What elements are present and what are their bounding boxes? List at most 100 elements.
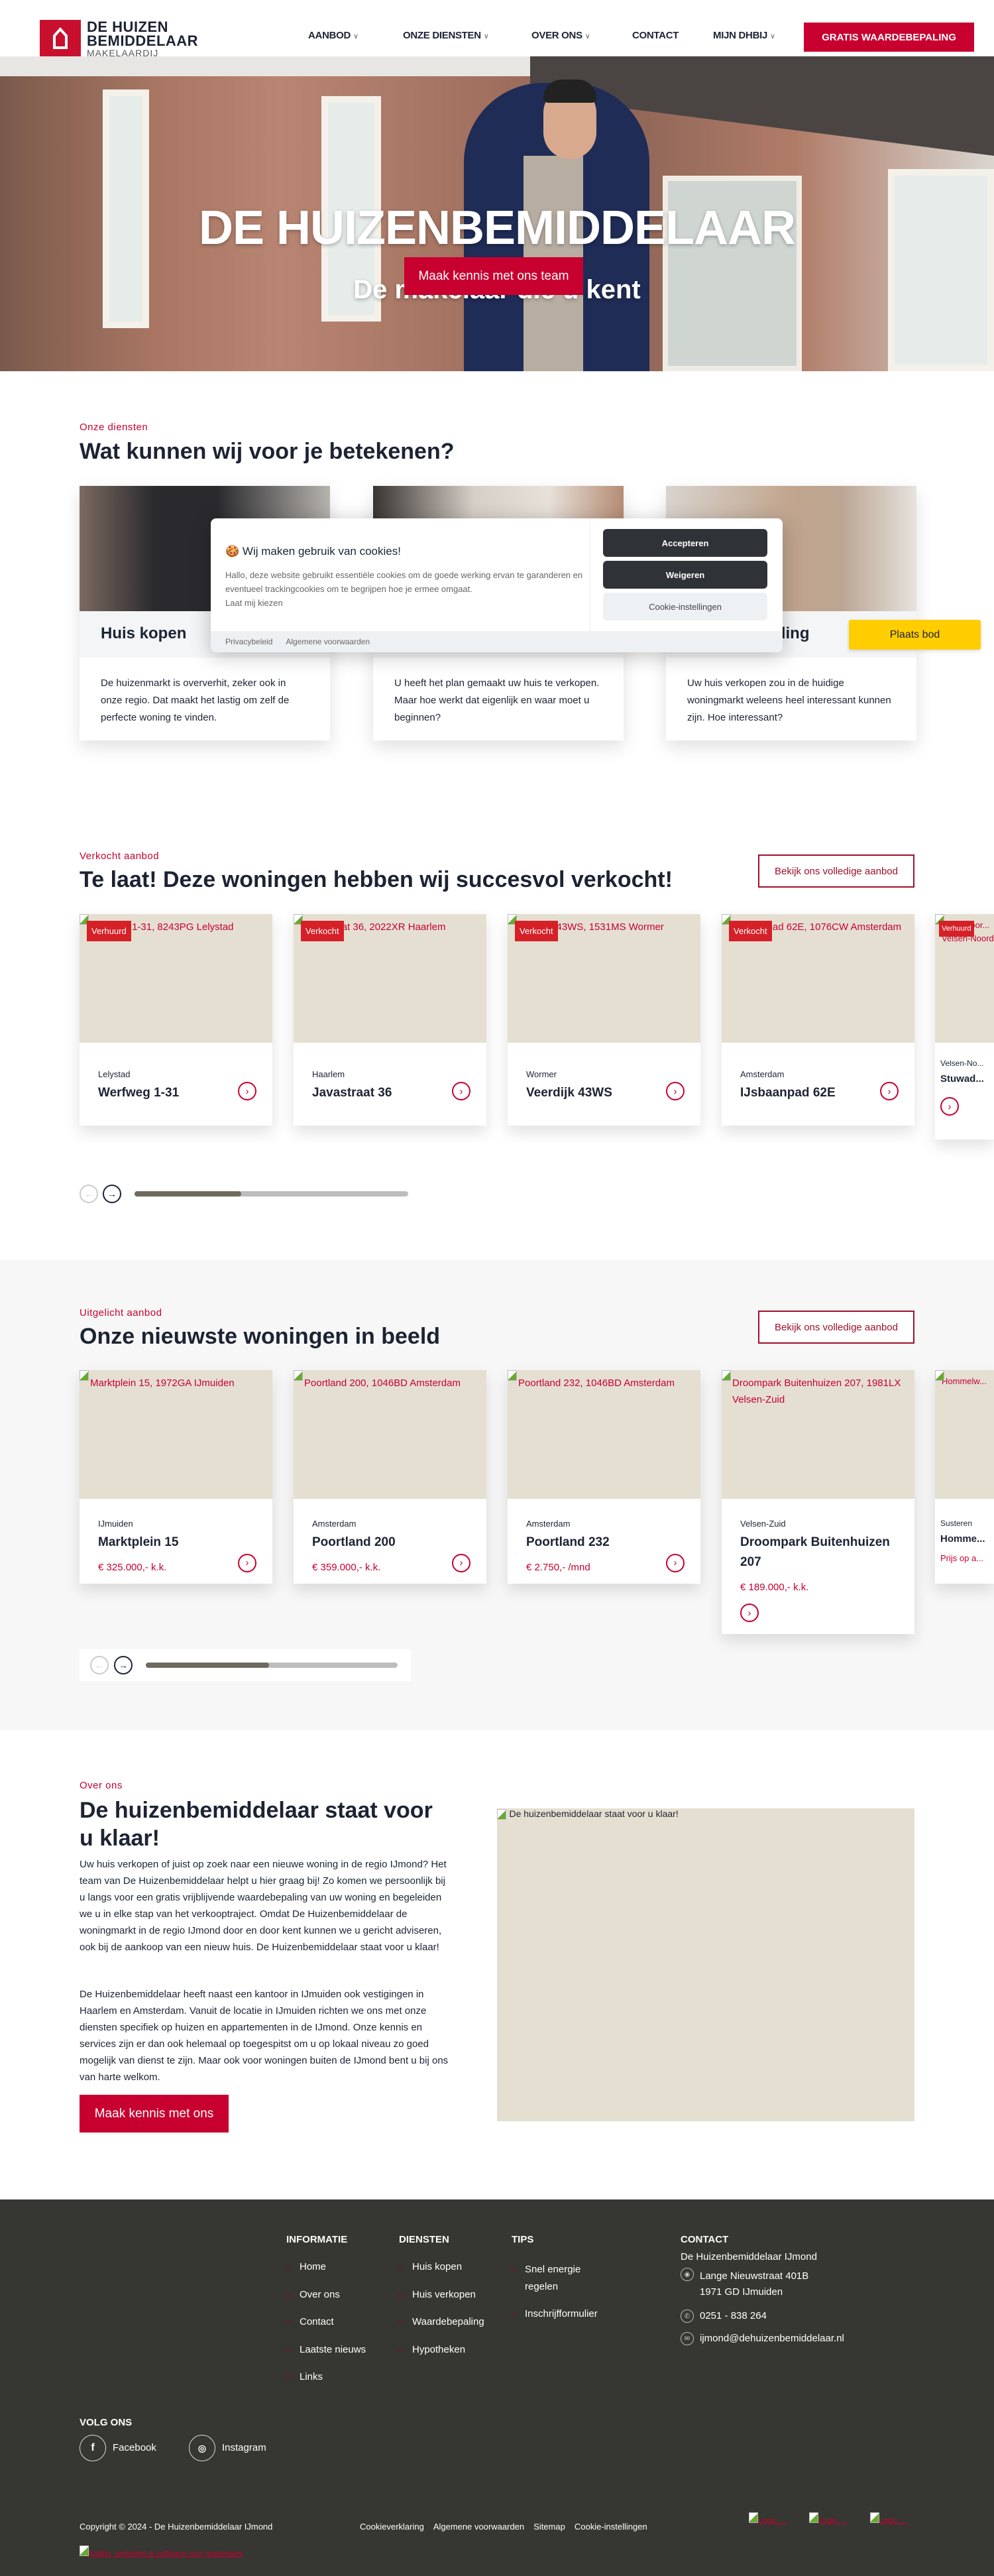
sold-property-card[interactable]: Javastraat 36, 2022XR Haarlem Verkocht Ha… (294, 914, 486, 1126)
chevron-right-icon[interactable]: › (238, 1553, 256, 1572)
contact-street: Lange Nieuwstraat 401B (700, 2270, 809, 2282)
chevron-right-icon[interactable]: › (880, 1082, 899, 1100)
nav-over-ons[interactable]: OVER ONS ∨ (531, 30, 590, 41)
sold-property-card[interactable]: Veerdijk 43WS, 1531MS Wormer Verkocht Wor… (508, 914, 700, 1126)
section-heading: Wat kunnen wij voor je betekenen? (80, 439, 455, 464)
cookie-consent-dialog: 🍪 Wij maken gebruik van cookies! Hallo, … (211, 518, 783, 652)
carousel-next-button[interactable]: → (114, 1656, 133, 1674)
featured-property-card[interactable]: Poortland 232, 1046BD Amsterdam Amsterda… (508, 1370, 700, 1584)
property-city: Susteren (940, 1519, 973, 1528)
nav-contact[interactable]: CONTACT (632, 30, 679, 41)
featured-property-card[interactable]: Poortland 200, 1046BD Amsterdam Amsterda… (294, 1370, 486, 1584)
partner-logo[interactable]: Logo: ... (749, 2512, 787, 2526)
cookie-icon: 🍪 (225, 545, 240, 557)
meet-us-button[interactable]: Maak kennis met ons (80, 2095, 229, 2133)
chevron-right-icon[interactable]: › (452, 1553, 470, 1572)
featured-property-card[interactable]: Hommelw... Susteren Homme... Prijs op a.… (935, 1370, 994, 1584)
location-pin-icon: ◉ (681, 2268, 694, 2281)
copyright: Copyright © 2024 - De Huizenbemiddelaar … (80, 2522, 273, 2532)
carousel-next-button[interactable]: → (103, 1185, 121, 1203)
sold-property-card[interactable]: IJsbaanpad 62E, 1076CW Amsterdam Verkocht… (722, 914, 914, 1126)
logo-house-icon[interactable] (40, 20, 81, 60)
terms-link[interactable]: Algemene voorwaarden (286, 637, 370, 646)
property-price: € 325.000,- k.k. (98, 1562, 167, 1573)
section-heading: De huizenbemiddelaar staat voor u klaar! (80, 1798, 433, 1851)
partner-logo[interactable]: Logo: ... (809, 2512, 848, 2526)
hero: DE HUIZENBEMIDDELAAR De makelaar die u k… (0, 56, 994, 371)
footer-heading: VOLG ONS (80, 2417, 133, 2428)
partner-logo[interactable]: Logo: ... (869, 2512, 908, 2526)
carousel-prev-button[interactable]: ← (80, 1185, 98, 1203)
footer-link[interactable]: Hypotheken (395, 2344, 465, 2355)
carousel-prev-button[interactable]: ← (90, 1656, 109, 1674)
footer-link[interactable]: Snel energie regelen (508, 2261, 600, 2296)
chevron-right-icon[interactable]: › (666, 1082, 685, 1100)
facebook-link[interactable]: Facebook (113, 2442, 156, 2453)
cookie-settings-button[interactable]: Cookie-instellingen (603, 593, 767, 620)
property-street: Droompark Buitenhuizen 207 (740, 1535, 890, 1569)
kolibri-link[interactable]: Kolibri, websites & software voor makela… (80, 2546, 243, 2559)
about-paragraph-1: Uw huis verkopen of juist op zoek naar e… (80, 1859, 447, 1953)
property-city: Haarlem (312, 1069, 345, 1079)
footer-heading: TIPS (512, 2234, 534, 2245)
section-heading: Te laat! Deze woningen hebben wij succes… (80, 867, 673, 892)
facebook-icon[interactable]: f (80, 2435, 106, 2461)
footer-link[interactable]: Home (282, 2261, 326, 2272)
footer-link[interactable]: Inschrijfformulier (508, 2306, 600, 2323)
section-kicker: Uitgelicht aanbod (80, 1307, 162, 1318)
site-footer: INFORMATIE DIENSTEN TIPS Home Over ons Con… (0, 2199, 994, 2576)
cookieverklaring-link[interactable]: Cookieverklaring (360, 2522, 424, 2532)
gratis-waardebepaling-button[interactable]: GRATIS WAARDEBEPALING (804, 23, 974, 52)
footer-link[interactable]: Contact (282, 2316, 334, 2327)
sitemap-link[interactable]: Sitemap (533, 2522, 565, 2532)
featured-property-card[interactable]: Marktplein 15, 1972GA IJmuiden IJmuiden … (80, 1370, 272, 1584)
footer-link[interactable]: Huis verkopen (395, 2289, 476, 2300)
plaats-bod-button[interactable]: Plaats bod (849, 620, 981, 650)
featured-property-card[interactable]: Droompark Buitenhuizen 207, 1981LX Velse… (722, 1370, 914, 1634)
view-all-offers-button[interactable]: Bekijk ons volledige aanbod (758, 1311, 914, 1344)
sold-property-card[interactable]: Stuwadoor... Velsen-NoordVerhuurd Velsen… (935, 914, 994, 1140)
property-street: IJsbaanpad 62E (740, 1086, 836, 1100)
view-all-offers-button[interactable]: Bekijk ons volledige aanbod (758, 854, 914, 888)
property-image: Droompark Buitenhuizen 207, 1981LX Velse… (722, 1370, 914, 1499)
logo-text[interactable]: DE HUIZEN BEMIDDELAAR (87, 20, 198, 48)
carousel-scrollbar[interactable] (135, 1191, 408, 1197)
instagram-link[interactable]: Instagram (222, 2442, 266, 2453)
accept-cookies-button[interactable]: Accepteren (603, 529, 767, 557)
chevron-right-icon[interactable]: › (452, 1082, 470, 1100)
instagram-icon[interactable]: ◎ (189, 2435, 215, 2461)
property-city: Amsterdam (526, 1519, 571, 1529)
chevron-right-icon[interactable]: › (666, 1553, 685, 1572)
broken-image-icon (294, 1370, 303, 1381)
privacy-link[interactable]: Privacybeleid (225, 637, 272, 646)
contact-email[interactable]: ijmond@dehuizenbemiddelaar.nl (700, 2333, 844, 2344)
nav-onze-diensten[interactable]: ONZE DIENSTEN ∨ (403, 30, 489, 41)
meet-team-button[interactable]: Maak kennis met ons team (404, 257, 583, 295)
footer-link[interactable]: Waardebepaling (395, 2316, 484, 2327)
property-image: Marktplein 15, 1972GA IJmuiden (80, 1370, 272, 1499)
footer-link[interactable]: Huis kopen (395, 2261, 462, 2272)
nav-mijn-dhbij[interactable]: MIJN DHBIJ ∨ (713, 30, 775, 41)
footer-link[interactable]: Laatste nieuws (282, 2344, 366, 2355)
chevron-right-icon[interactable]: › (238, 1082, 256, 1100)
property-city: Velsen-No... (940, 1059, 984, 1068)
property-street: Stuwad... (940, 1073, 984, 1084)
sold-property-card[interactable]: Werfweg 1-31, 8243PG Lelystad Verhuurd Le… (80, 914, 272, 1126)
decline-cookies-button[interactable]: Weigeren (603, 561, 767, 589)
terms-link[interactable]: Algemene voorwaarden (433, 2522, 524, 2532)
cookie-settings-link[interactable]: Cookie-instellingen (575, 2522, 647, 2532)
chevron-right-icon[interactable]: › (940, 1097, 959, 1116)
property-price: € 359.000,- k.k. (312, 1562, 381, 1573)
footer-link[interactable]: Over ons (282, 2289, 340, 2300)
featured-section: Uitgelicht aanbod Onze nieuwste woningen… (0, 1259, 994, 1730)
chevron-right-icon[interactable]: › (740, 1604, 759, 1622)
footer-heading: DIENSTEN (399, 2234, 449, 2245)
carousel-scrollbar[interactable] (146, 1663, 398, 1668)
footer-link[interactable]: Links (282, 2371, 323, 2382)
contact-phone[interactable]: 0251 - 838 264 (700, 2310, 767, 2321)
property-image-alt: Hommelw... (942, 1376, 987, 1386)
choose-cookies-link[interactable]: Laat mij kiezen (225, 598, 283, 608)
nav-aanbod[interactable]: AANBOD ∨ (308, 30, 359, 41)
property-image: Hommelw... (935, 1370, 994, 1499)
property-city: Wormer (526, 1069, 557, 1079)
